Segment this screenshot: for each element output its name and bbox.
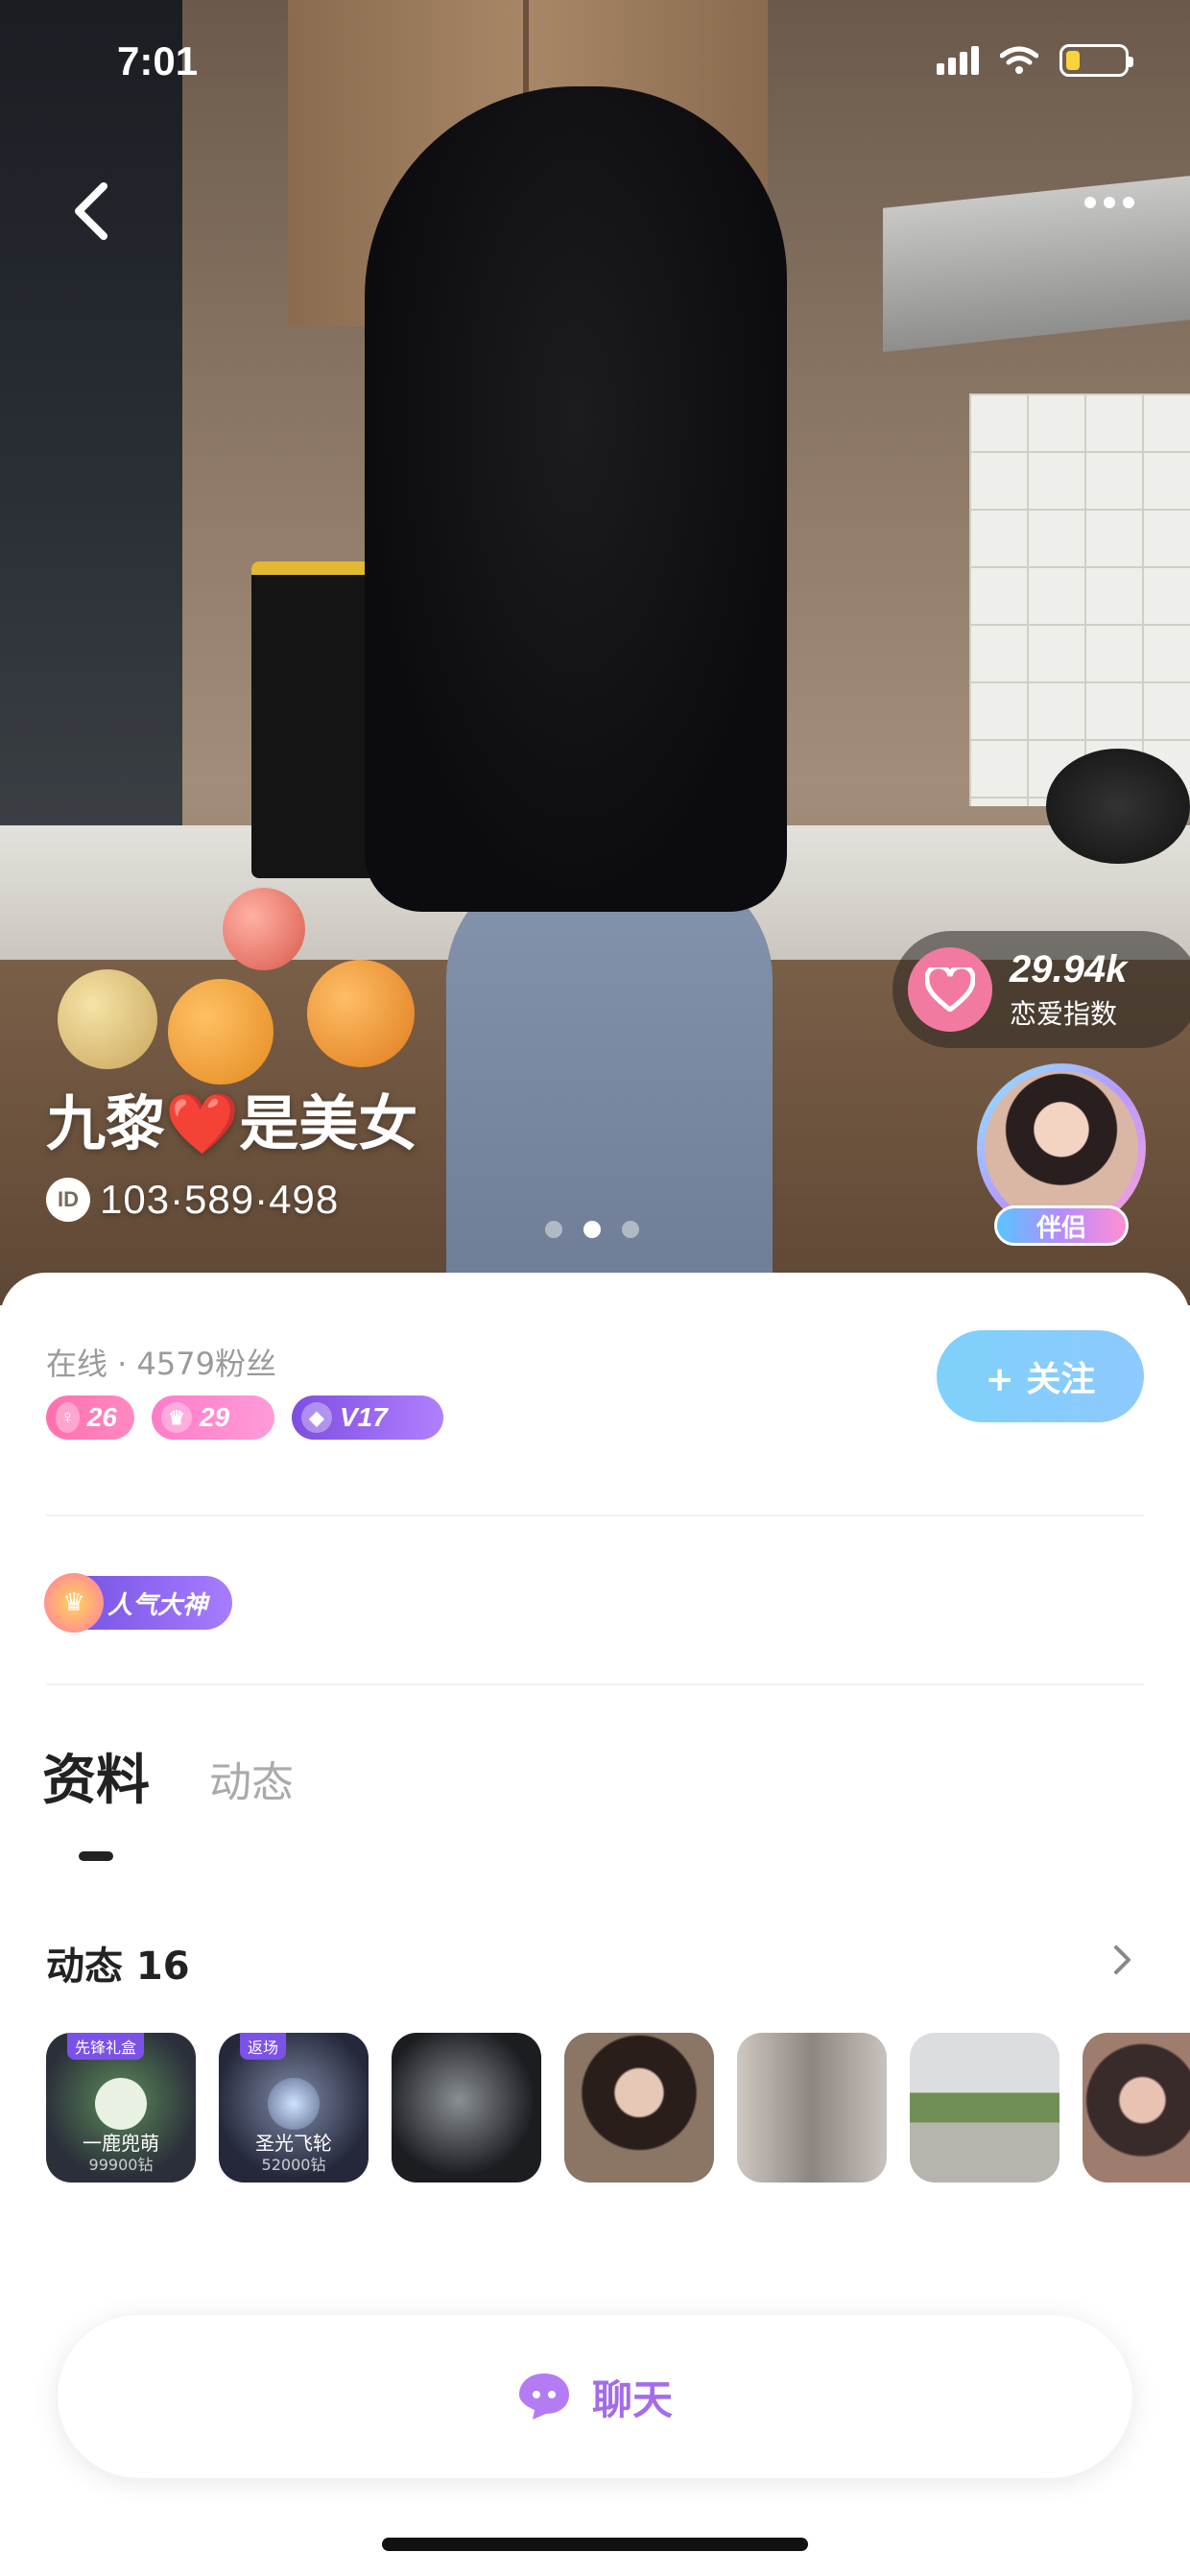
wealth-level-badge: ♛ 29	[152, 1395, 274, 1440]
user-id-row: ID 103·589·498	[46, 1177, 339, 1223]
divider	[46, 1683, 1144, 1685]
moments-title[interactable]: 动态 16	[46, 1935, 190, 1991]
gift-price: 52000钻	[261, 2156, 326, 2174]
online-fans-line: 在线 · 4579粉丝	[46, 1346, 276, 1382]
vip-icon: ◆	[301, 1402, 332, 1433]
carousel-dots	[545, 1221, 639, 1238]
photo-fruit	[223, 888, 305, 970]
crown-level-icon: ♛	[161, 1402, 192, 1433]
moment-thumbnail[interactable]	[1083, 2033, 1190, 2182]
moment-thumbnail[interactable]	[564, 2033, 714, 2182]
carousel-dot[interactable]	[583, 1221, 601, 1238]
gift-image	[268, 2077, 320, 2130]
divider	[46, 1515, 1144, 1516]
user-name: 九黎❤️是美女	[46, 1088, 418, 1158]
crown-icon: ♛	[44, 1573, 104, 1633]
battery-icon	[1059, 44, 1133, 77]
wealth-level-value: 29	[200, 1402, 230, 1432]
female-icon: ♀	[56, 1402, 80, 1433]
profile-sheet: 在线 · 4579粉丝 ♀ 26 ♛ 29 ◆ V17 + 关注 ♛ 人气大神	[0, 1273, 1190, 2576]
photo-fruit	[168, 979, 274, 1085]
chevron-right-icon[interactable]	[1111, 1943, 1134, 1977]
gift-flag: 先锋礼盒	[67, 2033, 145, 2060]
moment-thumbnail[interactable]	[392, 2033, 541, 2182]
gift-price: 99900钻	[88, 2156, 154, 2174]
vip-level-badge: ◆ V17	[292, 1395, 443, 1440]
user-id: 103·589·498	[100, 1177, 340, 1222]
tab-indicator	[79, 1851, 113, 1861]
partner-photo	[985, 1071, 1138, 1225]
profile-photo-carousel[interactable]: 7:01 29.94k 恋爱指数 伴侣 九黎❤️是美女 ID 103·589·4…	[0, 0, 1190, 1305]
home-indicator[interactable]	[382, 2538, 808, 2551]
moment-thumbnail[interactable]: 返场 圣光飞轮 52000钻	[219, 2033, 369, 2182]
partner-tag: 伴侣	[994, 1205, 1129, 1246]
chat-bubble-icon	[518, 2373, 569, 2420]
gender-age-badge: ♀ 26	[46, 1395, 134, 1440]
honor-badge[interactable]: ♛ 人气大神	[44, 1573, 232, 1633]
photo-fruit	[307, 960, 415, 1067]
status-icons	[937, 44, 1133, 77]
carousel-dot[interactable]	[622, 1221, 639, 1238]
level-badges: ♀ 26 ♛ 29 ◆ V17	[46, 1395, 443, 1440]
gift-image	[95, 2077, 147, 2130]
id-icon: ID	[46, 1178, 90, 1222]
status-time: 7:01	[117, 38, 199, 83]
back-button[interactable]	[61, 173, 119, 250]
moment-thumbnail[interactable]: 先锋礼盒 一鹿兜萌 99900钻	[46, 2033, 196, 2182]
photo-hood-bg	[883, 176, 1190, 352]
vip-level-value: V17	[340, 1402, 388, 1432]
moments-thumbnails: 先锋礼盒 一鹿兜萌 99900钻 返场 圣光飞轮 52000钻	[46, 2033, 1190, 2182]
photo-fruit	[58, 969, 157, 1069]
wifi-icon	[1000, 46, 1038, 74]
tab-profile[interactable]: 资料	[42, 1737, 150, 1861]
age-value: 26	[86, 1402, 117, 1432]
love-index-badge[interactable]: 29.94k 恋爱指数	[892, 931, 1190, 1048]
love-index-label: 恋爱指数	[1010, 997, 1118, 1030]
follow-button[interactable]: + 关注	[937, 1330, 1144, 1422]
gift-flag: 返场	[240, 2033, 287, 2060]
love-index-value: 29.94k	[1010, 947, 1128, 990]
partner-avatar[interactable]: 伴侣	[977, 1063, 1146, 1246]
carousel-dot[interactable]	[545, 1221, 562, 1238]
heart-icon	[908, 947, 992, 1032]
more-button[interactable]	[1084, 197, 1134, 208]
profile-tabs: 资料 动态	[42, 1737, 294, 1861]
profile-page: 7:01 29.94k 恋爱指数 伴侣 九黎❤️是美女 ID 103·589·4…	[0, 0, 1190, 2576]
tab-moments[interactable]: 动态	[209, 1748, 294, 1815]
chat-button[interactable]: 聊天	[58, 2315, 1132, 2478]
chat-label: 聊天	[591, 2375, 673, 2423]
photo-person-hair	[365, 86, 787, 912]
moment-thumbnail[interactable]	[737, 2033, 887, 2182]
moment-thumbnail[interactable]	[910, 2033, 1059, 2182]
photo-person-legs	[446, 864, 773, 1305]
photo-pot	[1046, 749, 1190, 864]
photo-window-bg	[0, 0, 182, 825]
honor-badge-label: 人气大神	[107, 1590, 208, 1620]
signal-icon	[937, 46, 979, 75]
photo-tiles-bg	[969, 394, 1190, 806]
